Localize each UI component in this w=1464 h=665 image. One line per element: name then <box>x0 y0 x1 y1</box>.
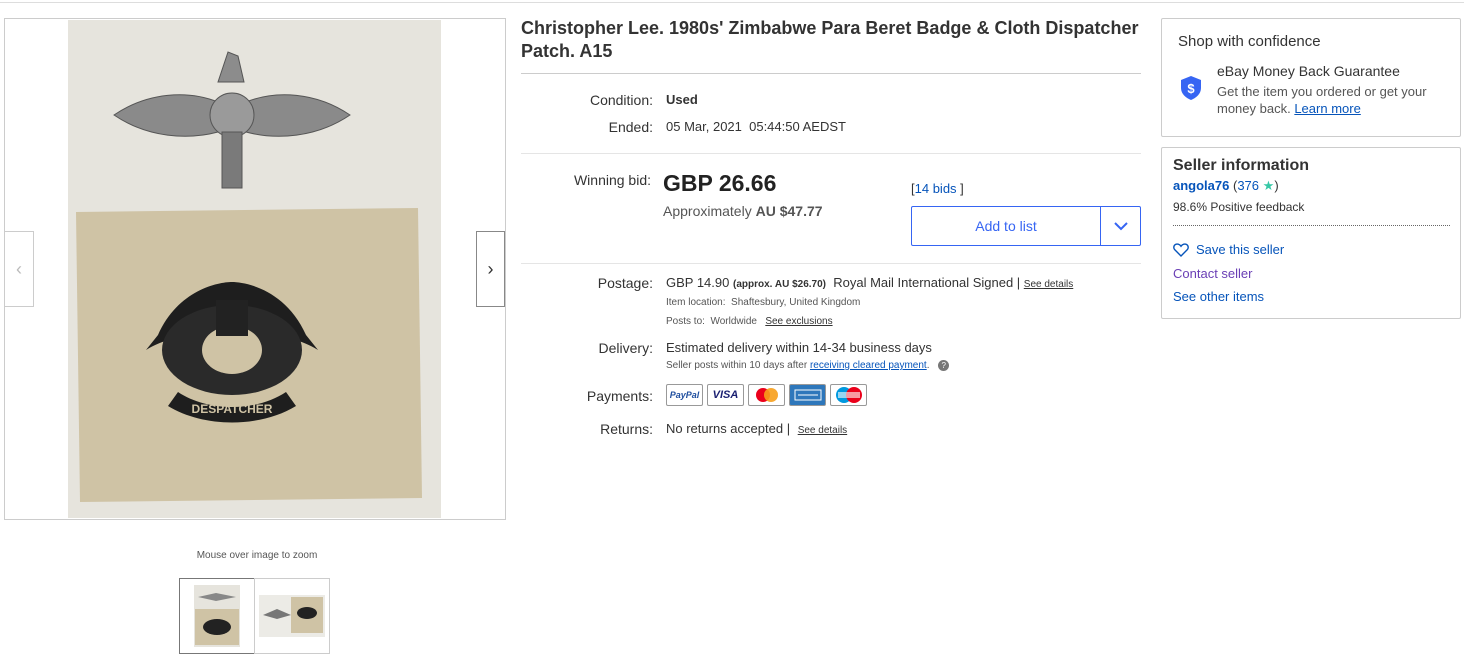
condition-value: Used <box>666 92 698 107</box>
feedback-percent: 98.6% Positive feedback <box>1173 200 1305 214</box>
help-icon[interactable]: ? <box>938 360 950 371</box>
bids: [14 bids ] <box>911 181 964 196</box>
winning-bid-label: Winning bid: <box>573 172 651 188</box>
posts-to-value: Worldwide <box>710 316 757 327</box>
star-icon: ★ <box>1262 178 1275 193</box>
seller-information-card: Seller information angola76 (376 ★) 98.6… <box>1161 147 1461 319</box>
patch-text: DESPATCHER <box>192 402 273 416</box>
approx-value: AU $47.77 <box>755 203 823 219</box>
contact-seller-link[interactable]: Contact seller <box>1173 266 1252 281</box>
payment-logos: PayPal VISA <box>666 384 867 406</box>
cleared-payment-link[interactable]: receiving cleared payment <box>810 360 927 371</box>
chevron-down-icon <box>1113 222 1128 231</box>
chevron-right-icon: › <box>487 258 494 279</box>
returns-text: No returns accepted <box>666 421 784 436</box>
delivery-note-text: Seller posts within 10 days after <box>666 360 808 371</box>
section-divider <box>521 153 1141 154</box>
posts-to: Posts to: Worldwide See exclusions <box>666 316 833 327</box>
seller-name-row: angola76 (376 ★) <box>1173 178 1279 193</box>
title-divider <box>521 73 1141 74</box>
approx-price: Approximately AU $47.77 <box>663 203 823 219</box>
shield-icon: $ <box>1180 75 1202 106</box>
section-divider-2 <box>521 263 1141 264</box>
feedback-count-link[interactable]: 376 <box>1237 178 1259 193</box>
save-seller-row[interactable]: Save this seller <box>1173 242 1284 257</box>
payments-label: Payments: <box>586 388 653 404</box>
returns-value: No returns accepted | See details <box>666 421 848 436</box>
mastercard-icon <box>748 384 785 406</box>
shop-with-confidence-card: Shop with confidence $ eBay Money Back G… <box>1161 18 1461 137</box>
delivery-note: Seller posts within 10 days after receiv… <box>666 360 950 371</box>
postage-approx: (approx. AU $26.70) <box>733 279 826 290</box>
thumbnail-1[interactable] <box>179 578 255 654</box>
returns-label: Returns: <box>600 421 653 437</box>
add-to-list-dropdown[interactable] <box>1101 207 1140 245</box>
main-product-image[interactable]: DESPATCHER <box>68 20 441 518</box>
paypal-label: PayPal <box>669 390 700 400</box>
postage-label: Postage: <box>597 275 653 291</box>
delivery-label: Delivery: <box>598 340 653 356</box>
see-other-items-link[interactable]: See other items <box>1173 289 1264 304</box>
postage-value: GBP 14.90 (approx. AU $26.70) Royal Mail… <box>666 275 1074 290</box>
previous-image-button[interactable]: ‹ <box>5 231 34 307</box>
paypal-icon: PayPal <box>666 384 703 406</box>
add-to-list-button[interactable]: Add to list <box>912 207 1101 245</box>
next-image-button[interactable]: › <box>476 231 505 307</box>
returns-see-details-link[interactable]: See details <box>798 425 847 436</box>
delivery-value: Estimated delivery within 14-34 business… <box>666 340 932 355</box>
bids-bracket-close: ] <box>956 181 964 196</box>
maestro-icon <box>830 384 867 406</box>
svg-text:$: $ <box>1187 81 1195 96</box>
save-seller-link[interactable]: Save this seller <box>1196 242 1284 257</box>
posts-to-label: Posts to: <box>666 316 705 327</box>
postage-see-details-link[interactable]: See details <box>1024 279 1073 290</box>
guarantee-text: Get the item you ordered or get your mon… <box>1217 83 1432 117</box>
ended-label: Ended: <box>608 119 653 135</box>
visa-icon: VISA <box>707 384 744 406</box>
see-exclusions-link[interactable]: See exclusions <box>765 316 832 327</box>
seller-heading: Seller information <box>1173 157 1310 174</box>
add-to-list-control: Add to list <box>911 206 1141 246</box>
top-divider <box>0 0 1464 3</box>
thumbnail-2[interactable] <box>254 578 330 654</box>
amex-icon <box>789 384 826 406</box>
postage-price: GBP 14.90 <box>666 275 730 290</box>
postage-service: Royal Mail International Signed <box>833 275 1014 290</box>
chevron-left-icon: ‹ <box>16 258 22 279</box>
learn-more-link[interactable]: Learn more <box>1294 101 1360 116</box>
confidence-heading: Shop with confidence <box>1178 33 1321 50</box>
zoom-hint: Mouse over image to zoom <box>196 550 318 561</box>
image-gallery: DESPATCHER ‹ › <box>4 18 506 520</box>
guarantee-title: eBay Money Back Guarantee <box>1217 63 1400 79</box>
winning-bid-price: GBP 26.66 <box>663 170 777 196</box>
cloth-patch-image: DESPATCHER <box>76 208 422 502</box>
item-location-label: Item location: <box>666 297 726 308</box>
seller-divider <box>1173 225 1450 226</box>
visa-label: VISA <box>712 389 739 401</box>
condition-label: Condition: <box>589 92 653 108</box>
ended-value: 05 Mar, 2021 05:44:50 AEDST <box>666 119 846 134</box>
heart-icon <box>1173 242 1189 257</box>
bids-link[interactable]: 14 bids <box>915 181 957 196</box>
approx-prefix: Approximately <box>663 203 752 219</box>
item-location: Item location: Shaftesbury, United Kingd… <box>666 297 860 308</box>
seller-name-link[interactable]: angola76 <box>1173 178 1229 193</box>
item-title: Christopher Lee. 1980s' Zimbabwe Para Be… <box>521 18 1139 61</box>
item-location-value: Shaftesbury, United Kingdom <box>731 297 861 308</box>
